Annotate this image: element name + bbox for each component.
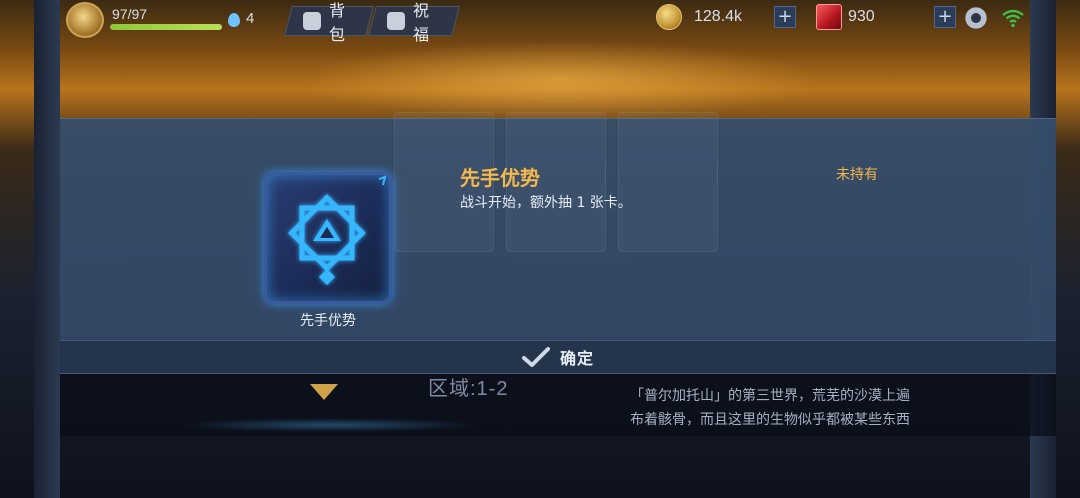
area-description-line2: 布着骸骨，而且这里的生物似乎都被某些东西 <box>630 412 910 428</box>
coin-amount: 128.4k <box>694 8 743 25</box>
gold-coin-icon <box>656 4 682 30</box>
octagram-icon <box>288 175 387 285</box>
area-marker-icon <box>310 384 338 400</box>
blessing-icon <box>387 12 406 30</box>
bag-icon <box>303 12 321 30</box>
background-cards <box>394 112 720 252</box>
confirm-label: 确定 <box>559 349 594 368</box>
confirm-button[interactable]: 确定 <box>60 340 1056 374</box>
skill-card-label: 先手优势 <box>300 313 356 329</box>
left-frame <box>34 0 60 498</box>
top-bar: 97/97 4 背包 祝福 128.4k + 930 + <box>0 0 1080 44</box>
bag-button[interactable]: 背包 <box>283 1 375 44</box>
hp-bar <box>110 24 222 30</box>
ghost-card <box>618 112 718 252</box>
water-drop-icon <box>228 13 240 27</box>
gear-icon[interactable] <box>964 6 988 30</box>
skill-card-icon <box>264 172 392 304</box>
owned-status: 未持有 <box>836 167 878 183</box>
bless-label: 祝福 <box>413 1 430 44</box>
red-gem-icon <box>816 4 842 30</box>
background-glow <box>300 40 820 120</box>
area-description-line1: 「普尔加托山」的第三世界，荒芜的沙漠上遍 <box>630 388 910 404</box>
area-marker-base <box>180 418 480 432</box>
hp-text: 97/97 <box>112 6 148 22</box>
hp-bar-fill <box>110 24 222 30</box>
area-label: 区域:1-2 <box>428 378 509 400</box>
skill-title: 先手优势 <box>460 166 540 190</box>
gem-amount: 930 <box>848 8 875 25</box>
check-icon <box>521 347 550 367</box>
wifi-icon <box>1002 9 1024 28</box>
area-description: 「普尔加托山」的第三世界，荒芜的沙漠上遍 布着骸骨，而且这里的生物似乎都被某些东… <box>600 384 940 432</box>
add-coins-button[interactable]: + <box>774 6 796 28</box>
hero-avatar[interactable] <box>66 2 104 38</box>
skill-description: 战斗开始，额外抽 1 张卡。 <box>460 195 632 211</box>
drop-count: 4 <box>246 10 255 27</box>
bag-label: 背包 <box>328 1 345 44</box>
add-gems-button[interactable]: + <box>934 6 956 28</box>
bless-button[interactable]: 祝福 <box>367 1 461 44</box>
